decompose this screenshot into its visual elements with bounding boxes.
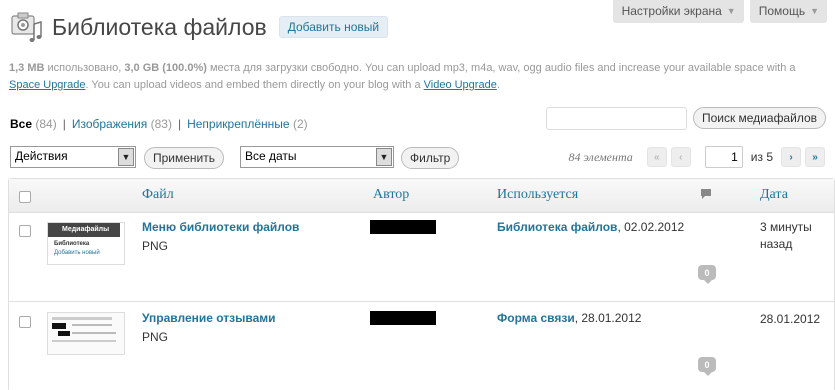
- column-attached: Используется: [497, 187, 579, 202]
- upload-space-info: 1,3 MB использовано, 3,0 GB (100.0%) мес…: [9, 60, 829, 94]
- thumb-heading: Медиафайлы: [48, 223, 120, 237]
- table-header: Файл Автор Используется Дата: [9, 179, 834, 213]
- comments-icon[interactable]: [700, 188, 712, 205]
- file-cell: Управление отзывами PNG: [142, 311, 276, 344]
- attached-cell: Форма связи, 28.01.2012: [497, 311, 641, 325]
- select-all-checkbox[interactable]: [19, 191, 31, 203]
- screen-options-toggle[interactable]: Настройки экрана ▼: [612, 0, 744, 23]
- column-file[interactable]: Файл: [142, 187, 174, 203]
- author-redacted: [370, 220, 436, 234]
- pagination: 84 элемента « ‹ 1 из 5 › »: [568, 146, 825, 168]
- first-page-button[interactable]: «: [646, 147, 667, 167]
- subsubsub-filters: Все (84) | Изображения (83) | Неприкреплённы…: [10, 117, 308, 131]
- thumb-line2: Добавить новый: [54, 250, 100, 256]
- search-input[interactable]: [545, 107, 687, 130]
- displaying-num: 84 элемента: [568, 149, 633, 164]
- column-date[interactable]: Дата: [760, 187, 788, 203]
- video-upgrade-text: . You can upload videos and embed them d…: [85, 79, 424, 91]
- date-filter-select[interactable]: Все даты ▼: [240, 146, 394, 168]
- next-page-button[interactable]: ›: [781, 147, 801, 167]
- chevron-down-icon: ▼: [726, 6, 736, 16]
- attached-cell: Библиотека файлов, 02.02.2012: [497, 220, 684, 234]
- space-free-text: места для загрузки свободно. You can upl…: [206, 62, 796, 74]
- file-title-link[interactable]: Управление отзывами: [142, 311, 276, 325]
- screen-options-label: Настройки экрана: [621, 4, 722, 18]
- help-toggle[interactable]: Помощь ▼: [749, 0, 827, 23]
- total-pages: из 5: [750, 150, 773, 164]
- add-new-button[interactable]: Добавить новый: [278, 16, 389, 38]
- author-redacted: [370, 311, 436, 325]
- help-label: Помощь: [758, 4, 806, 18]
- attached-parent-link[interactable]: Форма связи: [497, 311, 575, 325]
- filter-unattached[interactable]: Неприкреплённые (2): [187, 117, 308, 131]
- attached-date: , 28.01.2012: [574, 311, 642, 325]
- tablenav-top: Действия ▼ Применить Все даты ▼ Фильтр 8…: [10, 146, 835, 170]
- video-upgrade-link[interactable]: Video Upgrade: [424, 79, 497, 91]
- media-thumbnail[interactable]: [47, 312, 125, 355]
- page-title: Библиотека файлов: [52, 13, 267, 40]
- attached-parent-link[interactable]: Библиотека файлов: [497, 220, 617, 234]
- file-title-link[interactable]: Меню библиотеки файлов: [142, 220, 299, 234]
- prev-page-button[interactable]: ‹: [670, 147, 691, 167]
- page-header: Библиотека файлов Добавить новый: [10, 10, 389, 44]
- chevron-down-icon: ▼: [118, 148, 134, 166]
- chevron-down-icon: ▼: [376, 148, 392, 166]
- filter-images[interactable]: Изображения (83): [72, 117, 172, 131]
- media-list-table: Файл Автор Используется Дата Медиафайлы …: [8, 178, 835, 390]
- column-author: Автор: [373, 187, 410, 202]
- current-page-input[interactable]: 1: [704, 146, 743, 168]
- table-row: Медиафайлы Библиотека Добавить новый Мен…: [9, 213, 834, 302]
- file-mime: PNG: [142, 330, 169, 344]
- space-free: 3,0 GB (100.0%): [124, 62, 207, 74]
- filter-button[interactable]: Фильтр: [401, 147, 460, 169]
- space-used-text: использовано,: [44, 62, 125, 74]
- attached-date: , 02.02.2012: [617, 220, 685, 234]
- date-cell: 28.01.2012: [760, 312, 821, 326]
- upload-info-end: .: [496, 79, 500, 91]
- filter-all[interactable]: Все (84): [10, 117, 57, 131]
- last-page-button[interactable]: »: [805, 147, 825, 167]
- search-submit-button[interactable]: Поиск медиафайлов: [692, 107, 826, 129]
- search-box: Поиск медиафайлов: [545, 107, 826, 130]
- bulk-action-select[interactable]: Действия ▼: [10, 146, 136, 168]
- chevron-down-icon: ▼: [810, 6, 819, 16]
- row-checkbox[interactable]: [19, 316, 31, 328]
- comment-count-bubble[interactable]: 0: [698, 357, 716, 376]
- table-row: Управление отзывами PNG Форма связи, 28.…: [9, 302, 834, 390]
- media-thumbnail[interactable]: Медиафайлы Библиотека Добавить новый: [47, 222, 125, 265]
- space-upgrade-link[interactable]: Space Upgrade: [9, 79, 85, 91]
- screen-meta-links: Настройки экрана ▼ Помощь ▼: [612, 0, 827, 23]
- file-mime: PNG: [142, 239, 169, 253]
- media-library-icon: [10, 10, 44, 44]
- space-used: 1,3 MB: [9, 62, 45, 74]
- comment-count-bubble[interactable]: 0: [698, 265, 716, 284]
- date-cell: 3 минуты назад: [760, 220, 812, 251]
- apply-button[interactable]: Применить: [144, 147, 225, 169]
- file-cell: Меню библиотеки файлов PNG: [142, 220, 299, 253]
- row-checkbox[interactable]: [19, 225, 31, 237]
- thumb-line1: Библиотека: [54, 241, 90, 247]
